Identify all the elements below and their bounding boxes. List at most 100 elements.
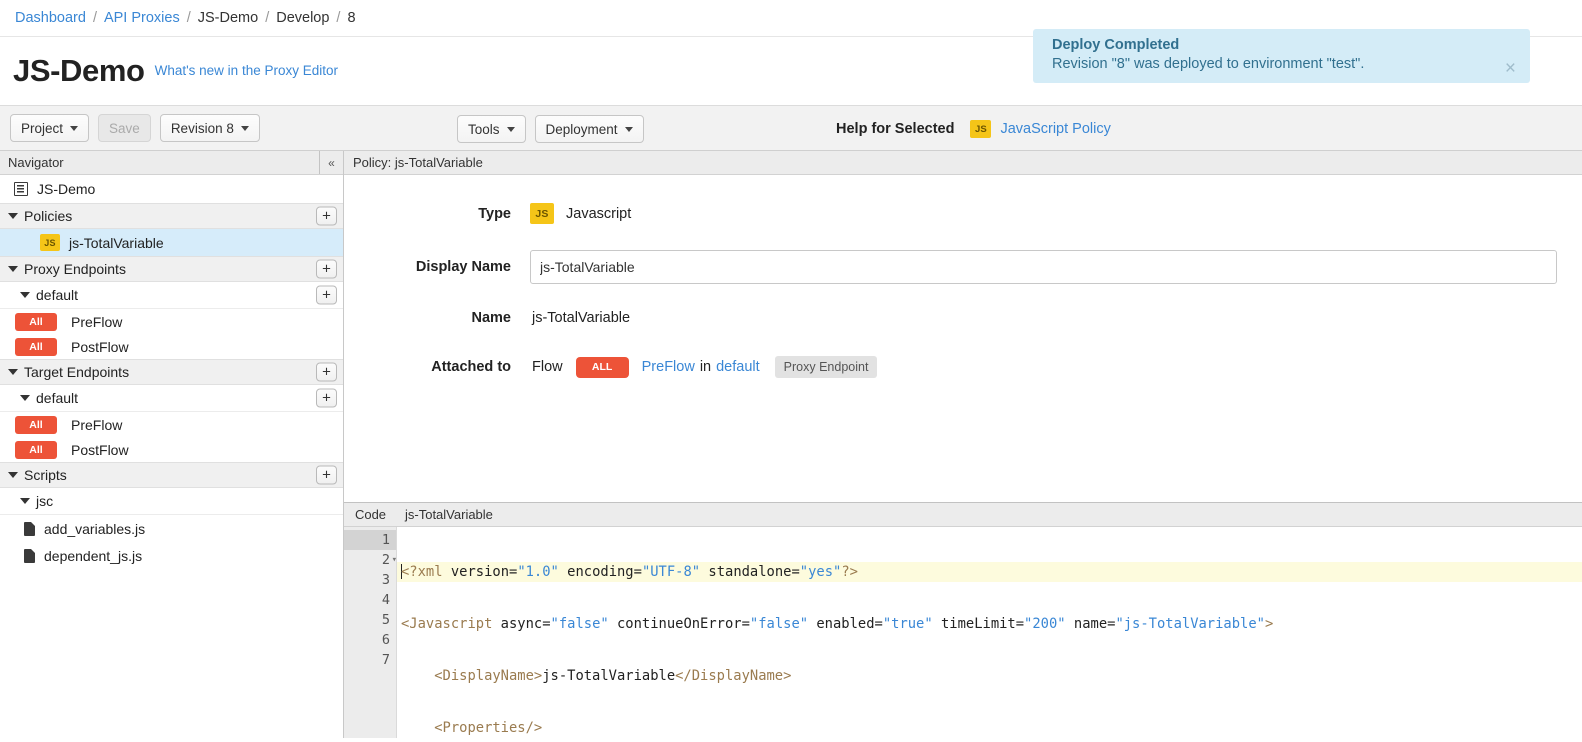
tools-menu-button[interactable]: Tools <box>457 115 526 143</box>
code-token: js-TotalVariable <box>542 668 675 684</box>
tree-item-proxy-preflow[interactable]: All PreFlow <box>0 309 343 334</box>
code-token: name= <box>1066 616 1116 632</box>
code-line-3[interactable]: <DisplayName>js-TotalVariable</DisplayNa… <box>397 666 1582 686</box>
line-number-row: 2 ▾ <box>344 550 396 570</box>
breadcrumb-separator: / <box>265 10 269 26</box>
code-line-4[interactable]: <Properties/> <box>397 718 1582 738</box>
main-area: Navigator « JS-Demo Policies + JS js-Tot… <box>0 151 1582 738</box>
code-token: > <box>1265 616 1273 632</box>
code-token: </DisplayName> <box>675 668 791 684</box>
toolbar-right-group: Tools Deployment <box>457 115 653 143</box>
code-token: continueOnError= <box>609 616 750 632</box>
code-token: "200" <box>1024 616 1066 632</box>
breadcrumb-item-api-proxies[interactable]: API Proxies <box>104 10 180 26</box>
tree-group-proxy-endpoints-label: Proxy Endpoints <box>24 261 126 277</box>
collapse-panel-icon[interactable]: « <box>319 151 343 174</box>
code-line-2[interactable]: <Javascript async="false" continueOnErro… <box>397 614 1582 634</box>
breadcrumb-item-develop[interactable]: Develop <box>276 10 329 26</box>
tree-subgroup-target-default[interactable]: default + <box>0 385 343 412</box>
name-label: Name <box>344 310 530 326</box>
code-token: standalone= <box>700 564 800 580</box>
tree-item-script-dependent-js[interactable]: dependent_js.js <box>0 542 343 569</box>
triangle-down-icon[interactable] <box>20 395 30 401</box>
triangle-down-icon[interactable] <box>20 292 30 298</box>
js-policy-icon: JS <box>40 234 60 251</box>
project-menu-label: Project <box>21 121 63 136</box>
tree-item-target-preflow[interactable]: All PreFlow <box>0 412 343 437</box>
tree-item-target-preflow-label: PreFlow <box>71 417 122 433</box>
deployment-menu-button[interactable]: Deployment <box>535 115 644 143</box>
tree-item-target-postflow[interactable]: All PostFlow <box>0 437 343 462</box>
code-editor-area[interactable]: 1 2 ▾ 3 4 5 6 7 <?xml version="1.0" enco… <box>344 527 1582 738</box>
javascript-policy-help-link[interactable]: JavaScript Policy <box>1000 121 1110 137</box>
add-policy-button[interactable]: + <box>316 207 337 226</box>
tree-item-policy-js-totalvariable[interactable]: JS js-TotalVariable <box>0 229 343 256</box>
code-token: <Javascript <box>401 616 492 632</box>
flow-all-badge: All <box>15 416 57 434</box>
breadcrumb-separator: / <box>336 10 340 26</box>
tree-item-root[interactable]: JS-Demo <box>0 175 343 203</box>
tree-item-script-add-variables[interactable]: add_variables.js <box>0 515 343 542</box>
tree-group-policies[interactable]: Policies + <box>0 203 343 229</box>
tree-subgroup-jsc[interactable]: jsc <box>0 488 343 515</box>
tree-item-proxy-postflow-label: PostFlow <box>71 339 129 355</box>
breadcrumb-item-dashboard[interactable]: Dashboard <box>15 10 86 26</box>
notification-body: Revision "8" was deployed to environment… <box>1052 54 1516 74</box>
add-proxy-endpoint-button[interactable]: + <box>316 260 337 279</box>
whats-new-link[interactable]: What's new in the Proxy Editor <box>155 63 338 79</box>
type-label: Type <box>344 206 530 222</box>
attached-default-link[interactable]: default <box>716 359 760 375</box>
line-number: 5 <box>344 610 396 630</box>
code-header-label: Code <box>344 507 397 522</box>
save-button[interactable]: Save <box>98 114 151 142</box>
tree-item-root-label: JS-Demo <box>37 181 95 197</box>
tree-subgroup-proxy-default[interactable]: default + <box>0 282 343 309</box>
right-pane: Policy: js-TotalVariable Type JS Javascr… <box>344 151 1582 738</box>
deploy-notification: Deploy Completed Revision "8" was deploy… <box>1033 29 1530 83</box>
tree-item-script-dependent-js-label: dependent_js.js <box>44 548 142 564</box>
attached-all-badge: ALL <box>576 357 629 378</box>
deployment-menu-label: Deployment <box>546 122 618 137</box>
chevron-down-icon <box>507 127 515 132</box>
policy-panel-header: Policy: js-TotalVariable <box>344 151 1582 175</box>
project-menu-button[interactable]: Project <box>10 114 89 142</box>
add-script-button[interactable]: + <box>316 466 337 485</box>
code-token <box>401 720 434 736</box>
tree-group-target-endpoints[interactable]: Target Endpoints + <box>0 359 343 385</box>
code-editor-pane: Code js-TotalVariable 1 2 ▾ 3 4 5 6 7 <box>344 503 1582 738</box>
tree-group-scripts-label: Scripts <box>24 467 67 483</box>
breadcrumb-item-js-demo[interactable]: JS-Demo <box>198 10 258 26</box>
add-target-flow-button[interactable]: + <box>316 389 337 408</box>
name-value: js-TotalVariable <box>530 310 630 326</box>
code-token: timeLimit= <box>933 616 1024 632</box>
code-lines[interactable]: <?xml version="1.0" encoding="UTF-8" sta… <box>397 527 1582 738</box>
attached-flow-word: Flow <box>532 359 563 375</box>
revision-menu-button[interactable]: Revision 8 <box>160 114 260 142</box>
flow-all-badge: All <box>15 441 57 459</box>
attached-preflow-link[interactable]: PreFlow <box>642 359 695 375</box>
help-for-selected-group: Help for Selected JS JavaScript Policy <box>836 106 1111 152</box>
tree-item-proxy-postflow[interactable]: All PostFlow <box>0 334 343 359</box>
tree-subgroup-target-default-label: default <box>36 390 78 406</box>
code-token: "1.0" <box>517 564 559 580</box>
code-line-1[interactable]: <?xml version="1.0" encoding="UTF-8" sta… <box>397 562 1582 582</box>
line-number: 6 <box>344 630 396 650</box>
triangle-down-icon[interactable] <box>20 498 30 504</box>
attached-to-label: Attached to <box>344 359 530 375</box>
editor-toolbar: Project Save Revision 8 Tools Deployment… <box>0 105 1582 151</box>
fold-toggle-icon[interactable]: ▾ <box>388 550 397 570</box>
triangle-down-icon[interactable] <box>8 266 18 272</box>
line-number: 4 <box>344 590 396 610</box>
field-row-display-name: Display Name <box>344 250 1582 284</box>
add-proxy-flow-button[interactable]: + <box>316 286 337 305</box>
tree-group-target-endpoints-label: Target Endpoints <box>24 364 129 380</box>
triangle-down-icon[interactable] <box>8 472 18 478</box>
triangle-down-icon[interactable] <box>8 213 18 219</box>
add-target-endpoint-button[interactable]: + <box>316 363 337 382</box>
close-icon[interactable]: × <box>1505 64 1516 74</box>
tree-group-scripts[interactable]: Scripts + <box>0 462 343 488</box>
breadcrumb-item-revision[interactable]: 8 <box>347 10 355 26</box>
tree-group-proxy-endpoints[interactable]: Proxy Endpoints + <box>0 256 343 282</box>
display-name-input[interactable] <box>530 250 1557 284</box>
triangle-down-icon[interactable] <box>8 369 18 375</box>
